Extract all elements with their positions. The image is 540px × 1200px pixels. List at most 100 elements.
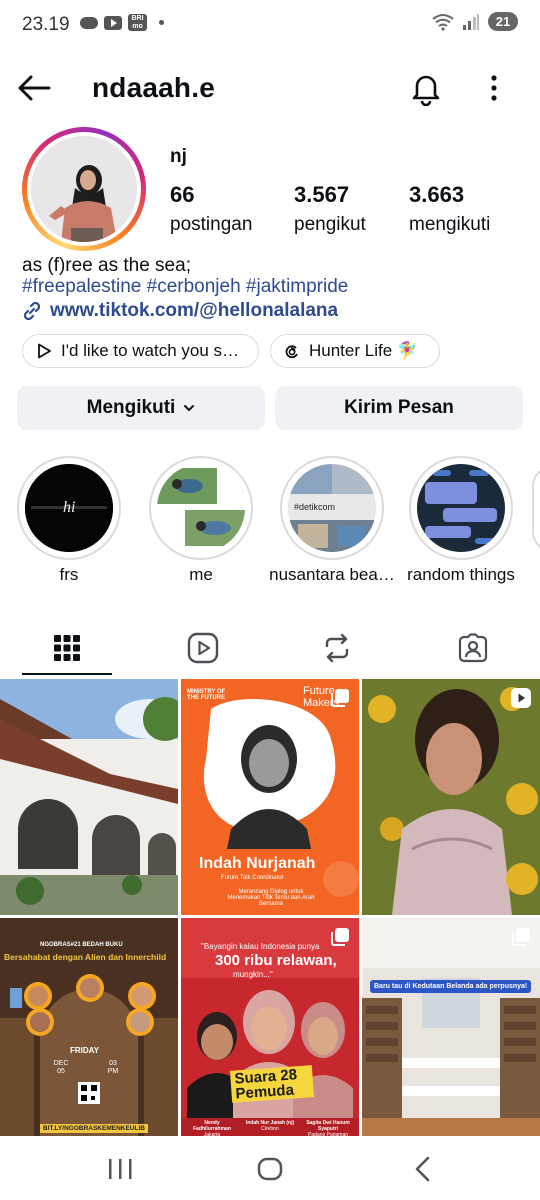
tab-tagged[interactable] [428, 620, 518, 676]
post-brand: MINISTRY OF THE FUTURE [187, 689, 226, 701]
status-right: 21 [432, 12, 518, 31]
following-button[interactable]: Mengikuti [17, 386, 265, 430]
post-link: BIT.LY/NGOBRASKEMENKEULIB [40, 1124, 148, 1133]
highlight-cover-text: #detikcom [294, 502, 335, 512]
stat-label: postingan [170, 214, 253, 235]
highlight-random-things[interactable] [409, 456, 513, 560]
highlight-label: me [189, 565, 213, 584]
music-chip-label: I'd like to watch you s… [61, 341, 240, 360]
highlight-cover [417, 464, 505, 552]
stat-following[interactable]: 3.663 mengikuti [409, 182, 490, 236]
chevron-left-icon [415, 1156, 430, 1182]
highlight-nusantara[interactable]: #detikcom [280, 456, 384, 560]
home-button[interactable] [253, 1154, 287, 1184]
bio-hashtags[interactable]: #freepalestine #cerbonjeh #jaktimpride [22, 276, 348, 298]
youtube-icon [104, 15, 122, 30]
stat-value: 66 [170, 182, 195, 207]
post-headline: Indah Nurjanah [199, 855, 316, 872]
highlight-label: nusantara bea… [269, 565, 395, 584]
system-back-button[interactable] [406, 1154, 440, 1184]
tab-reposts[interactable] [292, 620, 382, 676]
post-tile[interactable] [362, 679, 540, 915]
highlight-cover: hi [25, 464, 113, 552]
chevron-down-icon [184, 405, 195, 411]
wifi-icon [432, 13, 454, 31]
bell-icon [412, 75, 440, 107]
message-button-label: Kirim Pesan [344, 397, 454, 418]
post-time: 03 PM [107, 1060, 119, 1075]
profile-header: ndaaah.e [0, 60, 540, 116]
arrow-left-icon [18, 75, 51, 101]
post-tile[interactable]: Baru tau di Kedutaan Belanda ada perpusn… [362, 918, 540, 1154]
story-ring[interactable] [22, 127, 146, 251]
highlight-cover [157, 464, 245, 552]
highlight-cover: #detikcom [288, 464, 376, 552]
message-button[interactable]: Kirim Pesan [275, 386, 523, 430]
reels-icon [187, 632, 219, 664]
post-image [362, 918, 540, 1154]
avatar [31, 136, 137, 242]
threads-icon [285, 345, 298, 359]
highlight-cover-art: #detikcom [288, 464, 376, 552]
avatar-frame [27, 132, 141, 246]
highlight-ring [409, 456, 513, 560]
profile-username: ndaaah.e [92, 72, 215, 103]
post-tile[interactable]: MINISTRY OF THE FUTURE Future Makers Ind… [181, 679, 359, 915]
tagged-person-icon [458, 633, 488, 663]
bio-link[interactable]: www.tiktok.com/@hellonalalana [22, 300, 338, 322]
repost-icon [325, 633, 349, 663]
post-quote: "Bayangin kalau Indonesia punya [201, 942, 320, 951]
recent-apps-icon [109, 1159, 132, 1179]
active-tab-indicator [22, 673, 112, 675]
bio-link-text: www.tiktok.com/@hellonalalana [50, 300, 339, 321]
highlight-ring: hi [17, 456, 121, 560]
battery-indicator: 21 [488, 12, 518, 31]
post-date: DEC 05 [53, 1060, 69, 1075]
post-series: NGOBRAS#21 BEDAH BUKU [40, 942, 123, 948]
threads-chip-label: Hunter Life 🧚‍♀️ [309, 341, 419, 360]
home-icon [257, 1157, 283, 1181]
highlight-overflow [532, 466, 540, 552]
highlight-frs[interactable]: hi [17, 456, 121, 560]
post-tile[interactable]: "Bayangin kalau Indonesia punya 300 ribu… [181, 918, 359, 1154]
threads-chip[interactable]: Hunter Life 🧚‍♀️ [270, 334, 440, 368]
recent-apps-button[interactable] [100, 1154, 140, 1184]
highlight-cover-art [417, 464, 505, 552]
play-outline-icon [38, 343, 51, 359]
stat-label: mengikuti [409, 214, 491, 235]
post-headline: Bersahabat dengan Alien dan Innerchild [4, 952, 167, 962]
avatar-photo [31, 136, 137, 242]
post-person: Indah Nur Janah (nj) Cirebon [245, 1120, 295, 1132]
post-quote-end: mungkin..." [233, 970, 273, 979]
stat-followers[interactable]: 3.567 pengikut [294, 182, 366, 236]
music-chip[interactable]: I'd like to watch you s… [22, 334, 259, 368]
notification-icons: BRI mo [80, 14, 164, 31]
post-tile[interactable] [0, 679, 178, 915]
highlight-me[interactable] [149, 456, 253, 560]
post-headline: 300 ribu relawan, [215, 952, 337, 969]
cloud-icon [80, 16, 98, 29]
carousel-icon [331, 689, 349, 707]
reel-icon [511, 688, 531, 708]
carousel-icon [331, 928, 349, 946]
back-button[interactable] [16, 72, 52, 104]
stat-posts[interactable]: 66 postingan [170, 182, 252, 236]
person-name: Sagita Dwi Hanum Syaputri [306, 1120, 350, 1132]
post-brand: Suara 28 Pemuda [229, 1065, 315, 1103]
more-vertical-icon [491, 75, 497, 101]
post-subline: Future Talk Coordinator [221, 875, 284, 881]
bri-mo-icon: BRI mo [128, 14, 147, 31]
following-button-label: Mengikuti [86, 397, 176, 418]
tab-reels[interactable] [158, 620, 248, 676]
highlight-label: random things [407, 565, 515, 584]
link-icon [23, 301, 41, 321]
post-image [362, 679, 540, 915]
highlight-ring [149, 456, 253, 560]
more-notifications-dot [159, 20, 164, 25]
tab-grid[interactable] [22, 620, 112, 676]
highlight-cover-art: hi [25, 464, 113, 552]
more-options-button[interactable] [480, 72, 508, 104]
notifications-button[interactable] [408, 70, 444, 107]
display-name: nj [170, 146, 187, 167]
post-tile[interactable]: NGOBRAS#21 BEDAH BUKU Bersahabat dengan … [0, 918, 178, 1154]
